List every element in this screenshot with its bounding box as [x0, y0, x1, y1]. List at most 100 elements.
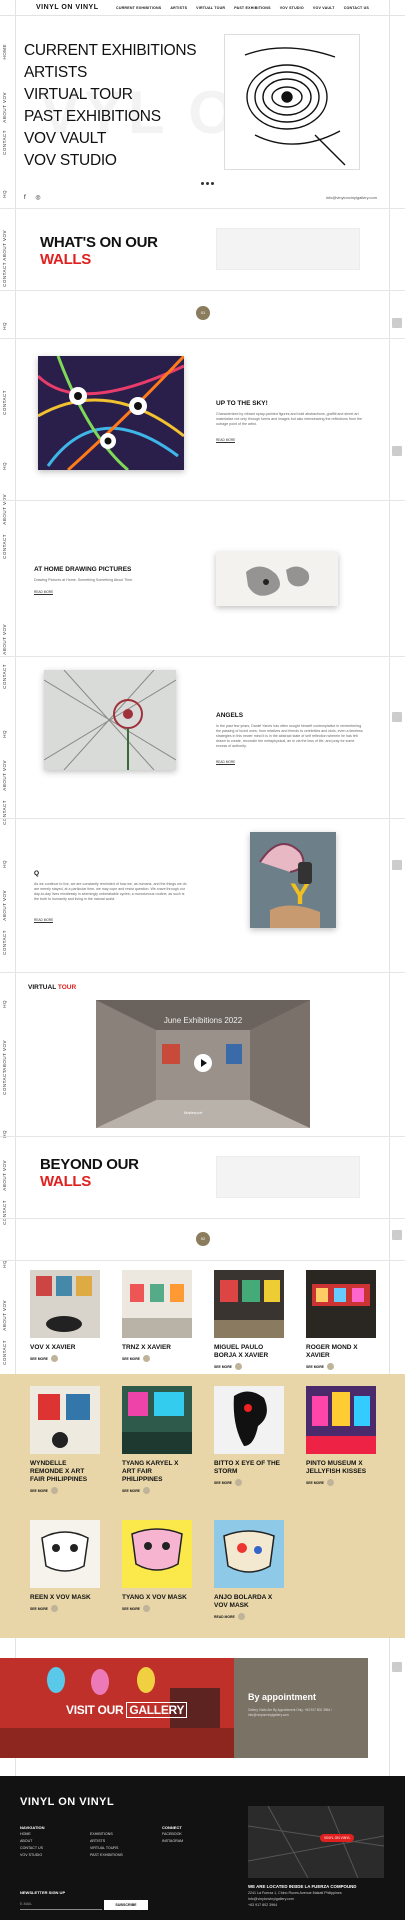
footer-link-past-exhibitions[interactable]: PAST EXHIBITIONS: [90, 1852, 123, 1859]
exhibition-title[interactable]: Q: [34, 870, 39, 877]
see-more-link[interactable]: SEE MORE: [122, 1487, 192, 1494]
project-card[interactable]: TYANG X VOV MASK SEE MORE: [122, 1520, 192, 1612]
scroll-up-button[interactable]: [392, 1662, 402, 1672]
see-more-link[interactable]: SEE MORE: [30, 1355, 100, 1362]
read-more-link[interactable]: READ MORE: [34, 918, 54, 923]
rail-contact-5[interactable]: CONTACT: [2, 664, 7, 689]
see-more-link[interactable]: SEE MORE: [30, 1487, 100, 1494]
scroll-up-button[interactable]: [392, 712, 402, 722]
hero-email[interactable]: info@vinylonvinylgallery.com: [326, 195, 377, 200]
rail-contact-9[interactable]: CONTACT: [2, 1200, 7, 1225]
see-more-link[interactable]: SEE MORE: [306, 1363, 376, 1370]
scroll-up-button[interactable]: [392, 446, 402, 456]
project-card[interactable]: ROGER MOND X XAVIER SEE MORE: [306, 1270, 376, 1370]
project-card[interactable]: VOV X XAVIER SEE MORE: [30, 1270, 100, 1362]
visit-our-gallery-text[interactable]: VISIT OUR GALLERY: [66, 1702, 188, 1718]
menu-current-exhibitions[interactable]: CURRENT EXHIBITIONS: [24, 40, 197, 62]
rail-about-2[interactable]: ABOUT VOV: [2, 230, 7, 261]
rail-contact-10[interactable]: CONTACT: [2, 1340, 7, 1365]
project-card[interactable]: REEN X VOV MASK SEE MORE: [30, 1520, 100, 1612]
scroll-up-button[interactable]: [392, 318, 402, 328]
rail-hq[interactable]: HQ: [2, 190, 7, 198]
rail-about-3[interactable]: ABOUT VOV: [2, 494, 7, 525]
see-more-link[interactable]: READ MORE: [214, 1613, 284, 1620]
nav-artists[interactable]: ARTISTS: [170, 6, 187, 10]
rail-hq-3[interactable]: HQ: [2, 462, 7, 470]
virtual-tour-embed[interactable]: June Exhibitions 2022 Matterport: [96, 1000, 310, 1128]
rail-about[interactable]: ABOUT VOV: [2, 92, 7, 123]
site-logo[interactable]: VINYL ON VINYL: [36, 4, 99, 11]
footer-link-virtual-tours[interactable]: VIRTUAL TOURS: [90, 1845, 123, 1852]
rail-about-6[interactable]: ABOUT VOV: [2, 890, 7, 921]
exhibition-image-q[interactable]: Y: [250, 832, 336, 928]
rail-contact-8[interactable]: CONTACT: [2, 1070, 7, 1095]
menu-vov-vault[interactable]: VOV VAULT: [24, 128, 196, 150]
see-more-link[interactable]: SEE MORE: [306, 1479, 376, 1486]
rail-contact-4[interactable]: CONTACT: [2, 534, 7, 559]
menu-past-exhibitions[interactable]: PAST EXHIBITIONS: [24, 106, 196, 128]
rail-contact-7[interactable]: CONTACT: [2, 930, 7, 955]
nav-virtual-tour[interactable]: VIRTUAL TOUR: [196, 6, 225, 10]
rail-contact-2[interactable]: CONTACT: [2, 262, 7, 287]
exhibition-title[interactable]: UP TO THE SKY!: [216, 400, 268, 407]
rail-hq-2[interactable]: HQ: [2, 322, 7, 330]
address-phone[interactable]: +63 917 802 3964: [248, 1903, 277, 1907]
see-more-link[interactable]: SEE MORE: [122, 1355, 192, 1362]
rail-about-8[interactable]: ABOUT VOV: [2, 1160, 7, 1191]
exhibition-image-up-to-the-sky[interactable]: [38, 356, 184, 470]
nav-vov-studio[interactable]: VOV STUDIO: [280, 6, 304, 10]
menu-virtual-tour[interactable]: VIRTUAL TOUR: [24, 84, 196, 106]
project-card[interactable]: PINTO MUSEUM X JELLYFISH KISSES SEE MORE: [306, 1386, 376, 1486]
nav-current-exhibitions[interactable]: CURRENT EXHIBITIONS: [116, 6, 161, 10]
footer-link-contact[interactable]: CONTACT US: [20, 1845, 45, 1852]
exhibition-image-at-home[interactable]: [216, 552, 338, 606]
newsletter-email-input[interactable]: E-MAIL: [20, 1900, 102, 1910]
see-more-link[interactable]: SEE MORE: [122, 1605, 192, 1612]
rail-about-4[interactable]: ABOUT VOV: [2, 624, 7, 655]
menu-artists[interactable]: ARTISTS: [24, 62, 196, 84]
footer-link-instagram[interactable]: INSTAGRAM: [162, 1838, 183, 1845]
project-card[interactable]: MIGUEL PAULO BORJA X XAVIER SEE MORE: [214, 1270, 284, 1370]
nav-contact-us[interactable]: CONTACT US: [344, 6, 369, 10]
rail-hq-4[interactable]: HQ: [2, 730, 7, 738]
exhibition-title[interactable]: AT HOME DRAWING PICTURES: [34, 566, 131, 573]
rail-hq-5[interactable]: HQ: [2, 860, 7, 868]
menu-vov-studio[interactable]: VOV STUDIO: [24, 150, 196, 172]
footer-link-exhibitions[interactable]: EXHIBITIONS: [90, 1831, 123, 1838]
project-card[interactable]: BITTO X EYE OF THE STORM SEE MORE: [214, 1386, 284, 1486]
rail-hq-8[interactable]: HQ: [2, 1260, 7, 1268]
rail-about-7[interactable]: ABOUT VOV: [2, 1040, 7, 1071]
exhibition-image-angels[interactable]: [44, 670, 176, 770]
read-more-link[interactable]: READ MORE: [34, 590, 54, 595]
footer-link-home[interactable]: HOME: [20, 1831, 45, 1838]
project-card[interactable]: TRNZ X XAVIER SEE MORE: [122, 1270, 192, 1362]
project-card[interactable]: ANJO BOLARDA X VOV MASK READ MORE: [214, 1520, 284, 1620]
footer-logo[interactable]: VINYL ON VINYL: [20, 1796, 114, 1808]
read-more-link[interactable]: READ MORE: [216, 760, 236, 765]
nav-vov-vault[interactable]: VOV VAULT: [313, 6, 335, 10]
address-email[interactable]: info@vinylonvinylgallery.com: [248, 1897, 294, 1901]
project-card[interactable]: TYANG KARYEL X ART FAIR PHILIPPINES SEE …: [122, 1386, 192, 1494]
footer-link-vov-studio[interactable]: VOV STUDIO: [20, 1852, 45, 1859]
scroll-up-button[interactable]: [392, 1230, 402, 1240]
footer-link-about[interactable]: ABOUT: [20, 1838, 45, 1845]
exhibition-title[interactable]: ANGELS: [216, 712, 243, 719]
instagram-icon[interactable]: ◎: [35, 195, 40, 201]
facebook-icon[interactable]: f: [24, 195, 26, 201]
play-icon[interactable]: [194, 1054, 212, 1072]
scroll-up-button[interactable]: [392, 860, 402, 870]
footer-link-facebook[interactable]: FACEBOOK: [162, 1831, 183, 1838]
read-more-link[interactable]: READ MORE: [216, 438, 236, 443]
footer-link-artists[interactable]: ARTISTS: [90, 1838, 123, 1845]
project-card[interactable]: WYNDELLE REMONDE X ART FAIR PHILIPPINES …: [30, 1386, 100, 1494]
rail-contact-6[interactable]: CONTACT: [2, 800, 7, 825]
map-pin[interactable]: VINYL ON VINYL: [320, 1834, 355, 1842]
rail-contact[interactable]: CONTACT: [2, 130, 7, 155]
rail-about-9[interactable]: ABOUT VOV: [2, 1300, 7, 1331]
see-more-link[interactable]: SEE MORE: [30, 1605, 100, 1612]
subscribe-button[interactable]: SUBSCRIBE: [104, 1900, 148, 1910]
hero-carousel-dots[interactable]: [201, 182, 214, 185]
rail-about-5[interactable]: ABOUT VOV: [2, 760, 7, 791]
see-more-link[interactable]: SEE MORE: [214, 1479, 284, 1486]
nav-past-exhibitions[interactable]: PAST EXHIBITIONS: [234, 6, 270, 10]
